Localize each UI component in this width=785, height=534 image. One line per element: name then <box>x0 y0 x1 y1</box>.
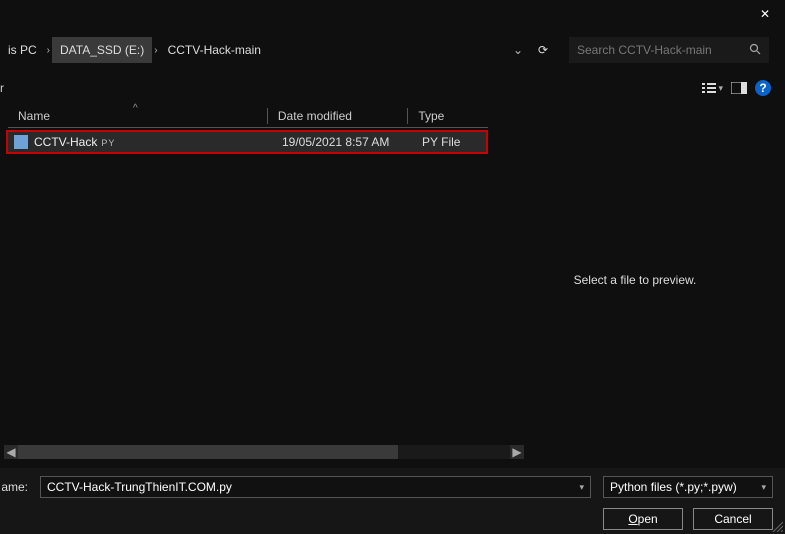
horizontal-scrollbar[interactable]: ◀ ▶ <box>4 445 524 459</box>
arrow-right-icon: ▶ <box>512 445 521 459</box>
preview-message: Select a file to preview. <box>574 273 697 287</box>
column-header-date[interactable]: Date modified <box>268 109 407 123</box>
scroll-left-button[interactable]: ◀ <box>4 445 18 459</box>
view-mode-button[interactable]: ▾ <box>702 82 723 94</box>
titlebar: ✕ <box>0 0 785 28</box>
refresh-button[interactable]: ⟳ <box>529 43 557 57</box>
list-icon <box>702 82 716 94</box>
file-row[interactable]: CCTV-Hack PY 19/05/2021 8:57 AM PY File <box>6 130 488 154</box>
chevron-down-icon: ⌄ <box>513 43 523 57</box>
filename-value: CCTV-Hack-TrungThienIT.COM.py <box>47 480 232 494</box>
close-button[interactable]: ✕ <box>745 0 785 28</box>
file-date-cell: 19/05/2021 8:57 AM <box>282 135 422 149</box>
chevron-right-icon[interactable]: › <box>45 45 52 56</box>
scroll-right-button[interactable]: ▶ <box>510 445 524 459</box>
search-placeholder: Search CCTV-Hack-main <box>577 43 749 57</box>
resize-grip-icon <box>771 520 783 532</box>
open-button[interactable]: Open <box>603 508 683 530</box>
column-headers: Name ^ Date modified Type <box>8 104 488 128</box>
preview-pane-button[interactable] <box>731 82 747 94</box>
file-type-cell: PY File <box>422 135 460 149</box>
preview-pane: Select a file to preview. <box>500 130 770 430</box>
breadcrumb-label: DATA_SSD (E:) <box>60 43 144 57</box>
bottom-panel: ame: CCTV-Hack-TrungThienIT.COM.py ▾ Pyt… <box>0 468 785 534</box>
sort-asc-icon: ^ <box>133 103 138 114</box>
resize-grip[interactable] <box>771 520 783 532</box>
chevron-down-icon: ▾ <box>718 83 723 94</box>
chevron-down-icon[interactable]: ▾ <box>761 482 766 493</box>
file-name-cell: CCTV-Hack PY <box>34 135 282 149</box>
breadcrumb-drive[interactable]: DATA_SSD (E:) <box>52 37 152 63</box>
scroll-thumb[interactable] <box>18 445 398 459</box>
filetype-select[interactable]: Python files (*.py;*.pyw) ▾ <box>603 476 773 498</box>
python-file-icon <box>14 135 28 149</box>
preview-pane-icon <box>731 82 747 94</box>
toolbar: r ▾ ? <box>0 78 785 98</box>
column-header-type[interactable]: Type <box>408 109 488 123</box>
file-list: CCTV-Hack PY 19/05/2021 8:57 AM PY File <box>6 130 488 154</box>
breadcrumb: is PC › DATA_SSD (E:) › CCTV-Hack-main <box>0 37 269 63</box>
search-icon <box>749 43 761 58</box>
file-ext: PY <box>101 138 115 148</box>
button-label: Open <box>628 512 657 526</box>
filetype-label: Python files (*.py;*.pyw) <box>610 480 737 494</box>
help-icon: ? <box>759 81 766 95</box>
breadcrumb-folder[interactable]: CCTV-Hack-main <box>160 37 269 63</box>
help-button[interactable]: ? <box>755 80 771 96</box>
chevron-right-icon[interactable]: › <box>152 45 159 56</box>
arrow-left-icon: ◀ <box>6 445 15 459</box>
toolbar-left-label: r <box>0 81 4 95</box>
file-name: CCTV-Hack <box>34 135 97 149</box>
breadcrumb-label: is PC <box>8 43 37 57</box>
scroll-track[interactable] <box>18 445 510 459</box>
cancel-button[interactable]: Cancel <box>693 508 773 530</box>
address-bar: is PC › DATA_SSD (E:) › CCTV-Hack-main ⌄… <box>0 36 785 64</box>
address-dropdown[interactable]: ⌄ <box>507 43 529 57</box>
refresh-icon: ⟳ <box>538 43 548 57</box>
column-label: Type <box>418 109 444 123</box>
filename-input[interactable]: CCTV-Hack-TrungThienIT.COM.py ▾ <box>40 476 591 498</box>
filename-label: ame: <box>0 480 28 494</box>
column-label: Name <box>18 109 50 123</box>
button-label: Cancel <box>714 512 751 526</box>
chevron-down-icon[interactable]: ▾ <box>579 482 584 493</box>
column-label: Date modified <box>278 109 352 123</box>
breadcrumb-label: CCTV-Hack-main <box>168 43 261 57</box>
close-icon: ✕ <box>760 7 770 21</box>
column-header-name[interactable]: Name ^ <box>8 109 267 123</box>
breadcrumb-this-pc[interactable]: is PC <box>0 37 45 63</box>
file-dialog-window: ✕ is PC › DATA_SSD (E:) › CCTV-Hack-main… <box>0 0 785 534</box>
search-input[interactable]: Search CCTV-Hack-main <box>569 37 769 63</box>
